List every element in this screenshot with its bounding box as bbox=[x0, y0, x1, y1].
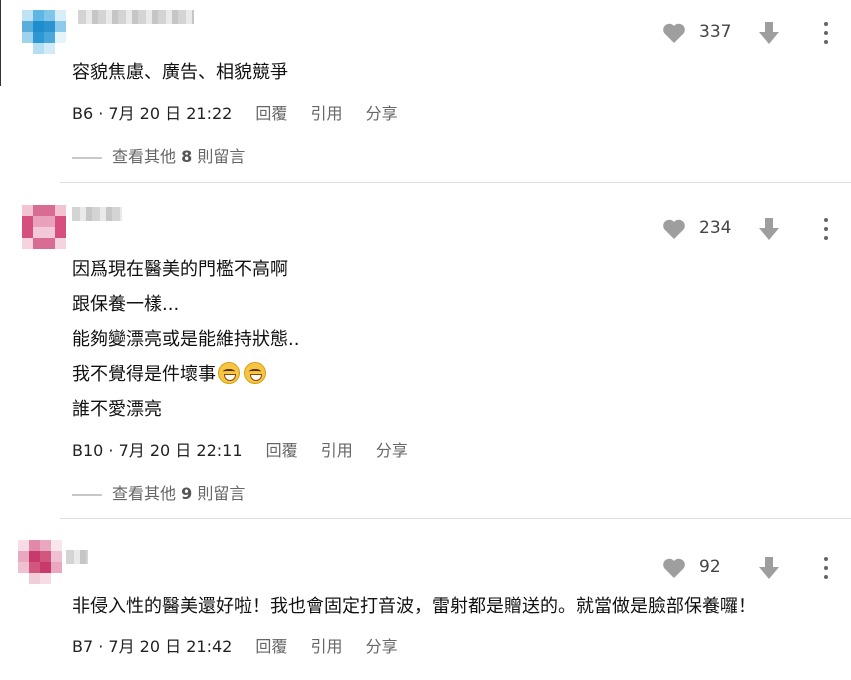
comment-text-line: 跟保養一樣... bbox=[72, 294, 180, 315]
arrow-down-icon[interactable] bbox=[757, 216, 781, 242]
like-count: 92 bbox=[699, 557, 721, 577]
quote-button[interactable]: 引用 bbox=[321, 441, 353, 460]
username-blurred[interactable] bbox=[66, 550, 88, 564]
grinning-squinting-face-emoji bbox=[218, 362, 240, 384]
reply-button[interactable]: 回覆 bbox=[255, 637, 287, 656]
heart-icon[interactable] bbox=[661, 557, 687, 579]
comment-meta: B10 · 7月 20 日 22:11 回覆 引用 分享 bbox=[72, 437, 408, 461]
comment-text-line-with-emoji: 我不覺得是件壞事 bbox=[72, 360, 266, 386]
more-vertical-icon[interactable] bbox=[823, 218, 829, 240]
floor-and-time: B10 · 7月 20 日 22:11 bbox=[72, 441, 243, 460]
like-count: 234 bbox=[699, 218, 732, 238]
share-button[interactable]: 分享 bbox=[366, 104, 398, 123]
more-count: 9 bbox=[181, 484, 193, 503]
comment-text-line: 能夠變漂亮或是能維持狀態.. bbox=[72, 329, 300, 350]
arrow-down-icon[interactable] bbox=[757, 555, 781, 581]
comment-text: 我不覺得是件壞事 bbox=[72, 364, 216, 385]
share-button[interactable]: 分享 bbox=[376, 441, 408, 460]
divider bbox=[60, 518, 851, 519]
more-vertical-icon[interactable] bbox=[823, 22, 829, 44]
avatar[interactable] bbox=[18, 540, 62, 584]
comment-b7: 92 非侵入性的醫美還好啦！我也會固定打音波，雷射都是贈送的。就當做是臉部保養囉… bbox=[0, 520, 851, 680]
like-count: 337 bbox=[699, 22, 732, 42]
share-button[interactable]: 分享 bbox=[366, 637, 398, 656]
username-blurred[interactable] bbox=[72, 207, 122, 221]
heart-icon[interactable] bbox=[661, 22, 687, 44]
more-suffix: 則留言 bbox=[197, 147, 246, 166]
view-more-replies[interactable]: 查看其他 9 則留言 bbox=[72, 480, 245, 504]
comment-meta: B7 · 7月 20 日 21:42 回覆 引用 分享 bbox=[72, 633, 398, 657]
comment-b10: 234 因爲現在醫美的門檻不高啊 跟保養一樣... 能夠變漂亮或是能維持狀態..… bbox=[0, 183, 851, 520]
avatar[interactable] bbox=[22, 205, 66, 249]
quote-button[interactable]: 引用 bbox=[311, 104, 343, 123]
comment-text-line: 因爲現在醫美的門檻不高啊 bbox=[72, 259, 288, 280]
grinning-squinting-face-emoji bbox=[244, 362, 266, 384]
quote-button[interactable]: 引用 bbox=[311, 637, 343, 656]
floor-and-time: B7 · 7月 20 日 21:42 bbox=[72, 637, 233, 656]
comment-actions: 92 bbox=[661, 551, 851, 583]
comment-text-line: 誰不愛漂亮 bbox=[72, 399, 162, 420]
comment-actions: 337 bbox=[661, 16, 851, 48]
more-count: 8 bbox=[181, 147, 193, 166]
view-more-replies[interactable]: 查看其他 8 則留言 bbox=[72, 143, 245, 167]
more-dash bbox=[72, 156, 102, 159]
avatar[interactable] bbox=[22, 10, 66, 54]
more-dash bbox=[72, 493, 102, 496]
comment-actions: 234 bbox=[661, 212, 851, 244]
comment-b6: 337 容貌焦慮、廣告、相貌競爭 B6 · 7月 20 日 21:22 回覆 引… bbox=[0, 0, 851, 183]
more-vertical-icon[interactable] bbox=[823, 557, 829, 579]
more-prefix: 查看其他 bbox=[112, 147, 177, 166]
more-suffix: 則留言 bbox=[197, 484, 246, 503]
comment-text-line: 非侵入性的醫美還好啦！我也會固定打音波，雷射都是贈送的。就當做是臉部保養囉！ bbox=[72, 596, 756, 617]
username-blurred[interactable] bbox=[78, 10, 194, 24]
heart-icon[interactable] bbox=[661, 218, 687, 240]
reply-button[interactable]: 回覆 bbox=[255, 104, 287, 123]
more-prefix: 查看其他 bbox=[112, 484, 177, 503]
reply-button[interactable]: 回覆 bbox=[266, 441, 298, 460]
comment-text-line: 容貌焦慮、廣告、相貌競爭 bbox=[72, 62, 288, 83]
floor-and-time: B6 · 7月 20 日 21:22 bbox=[72, 104, 233, 123]
arrow-down-icon[interactable] bbox=[757, 20, 781, 46]
comment-meta: B6 · 7月 20 日 21:22 回覆 引用 分享 bbox=[72, 100, 398, 124]
